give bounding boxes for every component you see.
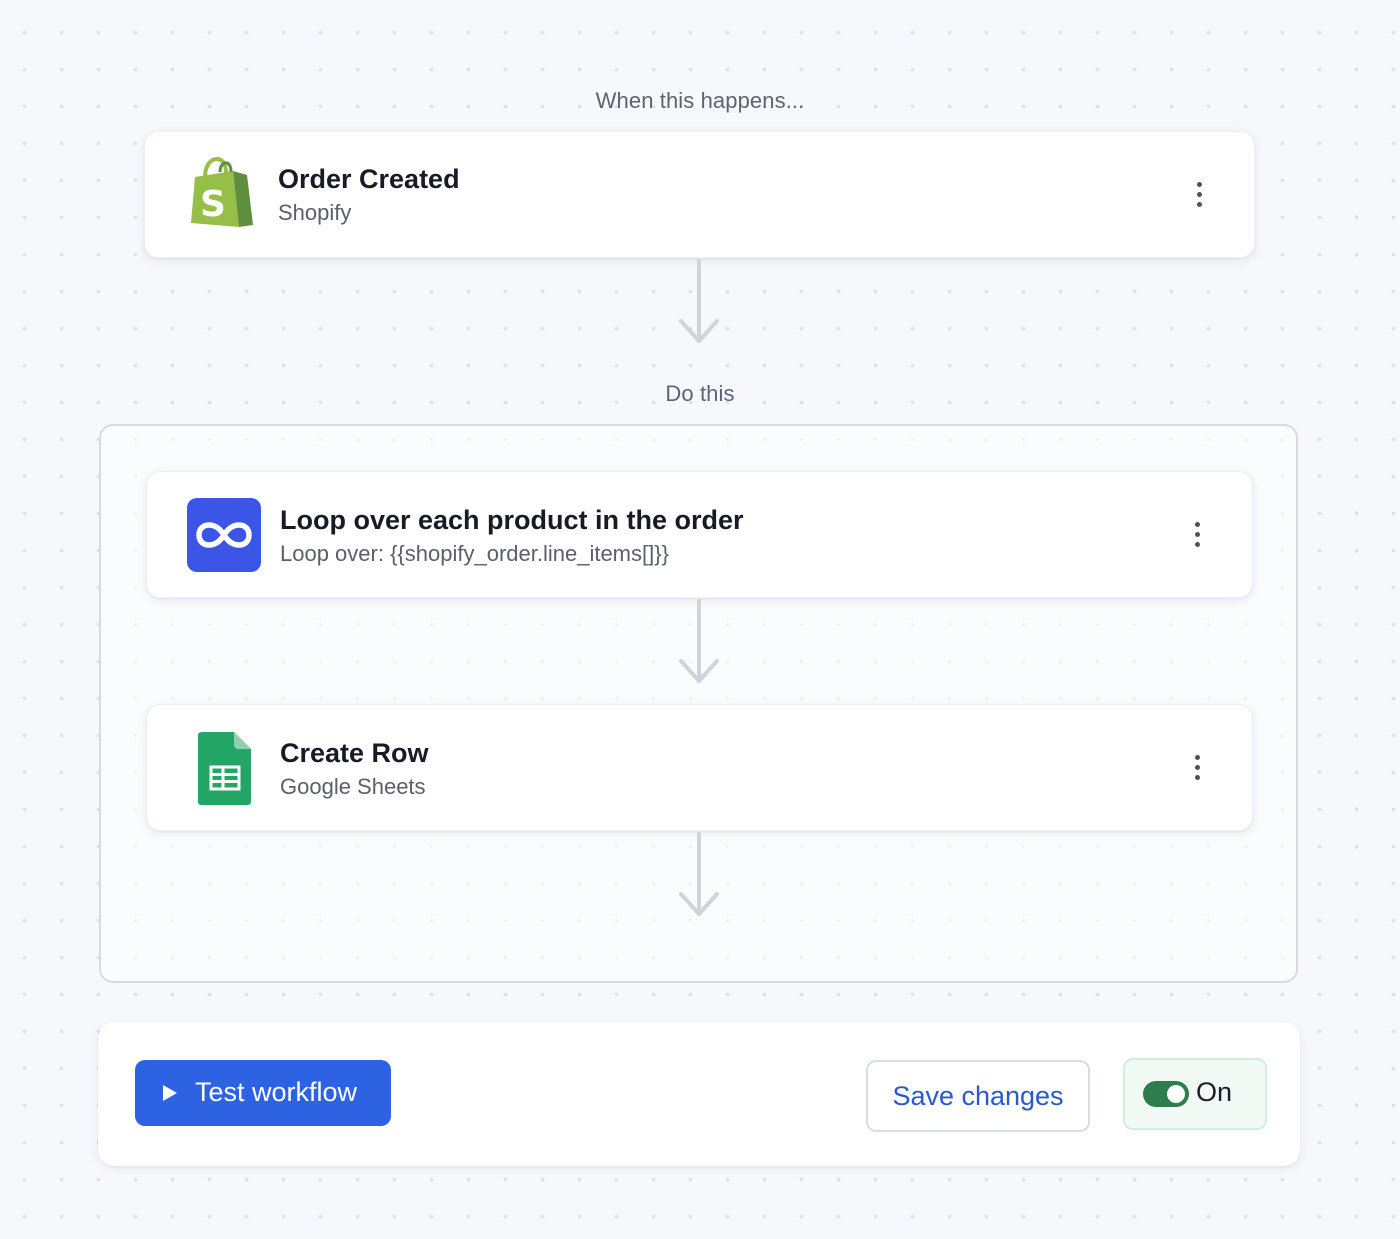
- loop-step-card[interactable]: Loop over each product in the order Loop…: [146, 471, 1253, 598]
- test-workflow-button[interactable]: Test workflow: [135, 1060, 391, 1126]
- shopify-bag-icon: S: [189, 156, 255, 231]
- test-workflow-label: Test workflow: [195, 1077, 358, 1107]
- trigger-more-options-icon[interactable]: [1189, 177, 1209, 213]
- flow-arrow-icon: [679, 832, 719, 916]
- trigger-section-label: When this happens...: [595, 88, 805, 113]
- flow-arrow-icon: [679, 259, 719, 343]
- trigger-title: Order Created: [278, 164, 460, 194]
- google-sheets-icon: [197, 730, 253, 806]
- footer-toolbar: Test workflow Save changes On: [98, 1022, 1300, 1166]
- flow-arrow-icon: [679, 599, 719, 683]
- loop-infinity-icon: [187, 498, 261, 572]
- workflow-toggle[interactable]: On: [1123, 1058, 1267, 1130]
- sheets-step-subtitle: Google Sheets: [280, 774, 426, 799]
- sheets-step-card[interactable]: Create Row Google Sheets: [146, 704, 1253, 831]
- sheets-step-title: Create Row: [280, 738, 429, 768]
- loop-step-title: Loop over each product in the order: [280, 505, 744, 535]
- toggle-switch[interactable]: [1143, 1081, 1189, 1107]
- save-changes-button[interactable]: Save changes: [866, 1060, 1090, 1132]
- trigger-card[interactable]: S Order Created Shopify: [144, 131, 1255, 258]
- toggle-knob: [1167, 1085, 1185, 1103]
- loop-step-more-options-icon[interactable]: [1187, 517, 1207, 553]
- loop-step-subtitle: Loop over: {{shopify_order.line_items[]}…: [280, 541, 669, 566]
- sheets-step-more-options-icon[interactable]: [1187, 750, 1207, 786]
- svg-text:S: S: [200, 184, 226, 225]
- trigger-app: Shopify: [278, 200, 352, 225]
- actions-section-label: Do this: [665, 381, 735, 406]
- toggle-label: On: [1196, 1077, 1233, 1107]
- play-icon: [163, 1085, 177, 1101]
